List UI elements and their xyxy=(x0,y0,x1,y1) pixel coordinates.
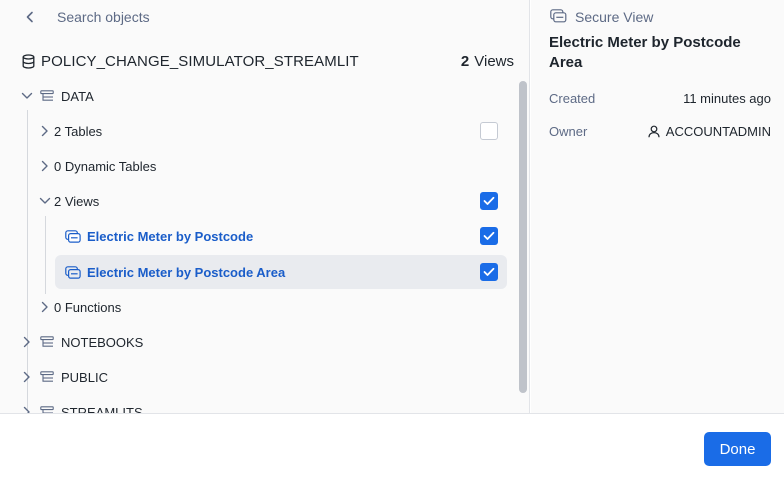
schema-icon xyxy=(39,88,55,104)
schema-row-streamlits[interactable]: STREAMLITS xyxy=(20,398,143,413)
search-bar: Search objects xyxy=(20,6,150,28)
created-label: Created xyxy=(549,90,596,106)
user-icon xyxy=(647,124,661,138)
selected-count-unit: Views xyxy=(474,52,514,70)
schema-label: STREAMLITS xyxy=(61,404,143,414)
tree-item-label: 2 Views xyxy=(54,193,100,209)
view-item-label: Electric Meter by Postcode xyxy=(87,228,254,244)
schema-icon xyxy=(39,404,55,413)
search-input[interactable]: Search objects xyxy=(57,9,150,25)
schema-label: DATA xyxy=(61,88,94,104)
tree-item-label: 2 Tables xyxy=(54,123,103,139)
database-header: POLICY_CHANGE_SIMULATOR_STREAMLIT 2 Views xyxy=(20,50,514,72)
owner-value: ACCOUNTADMIN xyxy=(647,124,771,139)
created-row: Created 11 minutes ago xyxy=(549,88,771,108)
view-item-label: Electric Meter by Postcode Area xyxy=(87,264,286,280)
object-browser-panel: Search objects POLICY_CHANGE_SIMULATOR_S… xyxy=(0,0,530,413)
tree-item-functions[interactable]: 0 Functions xyxy=(38,293,121,321)
owner-name: ACCOUNTADMIN xyxy=(665,123,771,139)
view-item-checkbox[interactable] xyxy=(480,263,498,281)
schema-icon xyxy=(39,334,55,350)
check-icon xyxy=(483,196,495,205)
tree-item-tables[interactable]: 2 Tables xyxy=(38,117,102,145)
chevron-right-icon[interactable] xyxy=(20,335,34,349)
chevron-down-icon[interactable] xyxy=(38,194,52,208)
chevron-right-icon[interactable] xyxy=(38,124,52,138)
detail-panel: Secure View Electric Meter by Postcode A… xyxy=(531,0,784,413)
check-icon xyxy=(483,231,495,240)
created-value: 11 minutes ago xyxy=(683,90,771,106)
chevron-right-icon[interactable] xyxy=(38,159,52,173)
check-icon xyxy=(483,267,495,276)
schema-row-notebooks[interactable]: NOTEBOOKS xyxy=(20,328,143,356)
dialog-footer xyxy=(0,413,784,480)
schema-label: PUBLIC xyxy=(61,369,108,385)
scrollbar-thumb[interactable] xyxy=(519,81,527,393)
done-button[interactable]: Done xyxy=(704,432,771,466)
view-item-checkbox[interactable] xyxy=(480,227,498,245)
object-type: Secure View xyxy=(550,6,653,28)
views-checkbox[interactable] xyxy=(480,192,498,210)
tree-item-label: 0 Dynamic Tables xyxy=(54,158,157,174)
tables-checkbox[interactable] xyxy=(480,122,498,140)
secure-view-icon xyxy=(550,8,567,26)
tree-item-views[interactable]: 2 Views xyxy=(38,187,99,215)
view-item[interactable]: Electric Meter by Postcode xyxy=(55,219,507,253)
database-icon xyxy=(20,53,36,69)
tree-item-label: 0 Functions xyxy=(54,299,122,315)
view-icon xyxy=(65,228,81,244)
chevron-right-icon[interactable] xyxy=(20,370,34,384)
object-type-label: Secure View xyxy=(575,9,654,25)
chevron-left-icon[interactable] xyxy=(20,7,40,27)
schema-row-public[interactable]: PUBLIC xyxy=(20,363,108,391)
database-name: POLICY_CHANGE_SIMULATOR_STREAMLIT xyxy=(41,52,359,70)
chevron-down-icon[interactable] xyxy=(20,89,34,103)
chevron-right-icon[interactable] xyxy=(38,300,52,314)
view-item-selected[interactable]: Electric Meter by Postcode Area xyxy=(55,255,507,289)
schema-label: NOTEBOOKS xyxy=(61,334,144,350)
tree-item-dynamic-tables[interactable]: 0 Dynamic Tables xyxy=(38,152,156,180)
selected-count-number: 2 xyxy=(460,52,470,70)
selected-count: 2 Views xyxy=(461,53,514,70)
chevron-right-icon[interactable] xyxy=(20,405,34,413)
schema-icon xyxy=(39,369,55,385)
object-title: Electric Meter by Postcode Area xyxy=(549,34,741,71)
owner-row: Owner ACCOUNTADMIN xyxy=(549,121,771,141)
view-icon xyxy=(65,264,81,280)
owner-label: Owner xyxy=(549,123,588,139)
tree-guide-line xyxy=(45,216,46,294)
schema-row-data[interactable]: DATA xyxy=(20,82,94,110)
